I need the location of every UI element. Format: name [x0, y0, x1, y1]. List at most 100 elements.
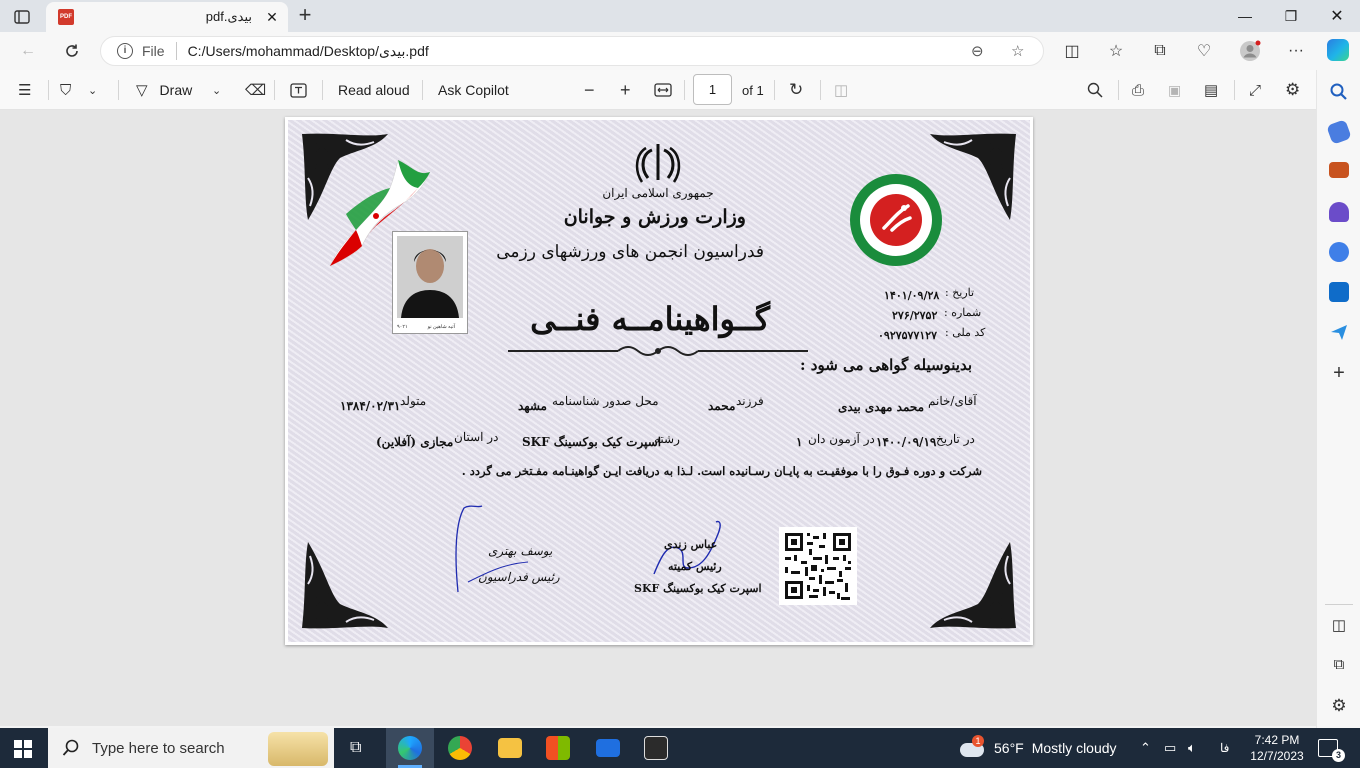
sidebar-search-icon[interactable] [1329, 82, 1349, 102]
eraser-icon[interactable]: ⌫ [245, 79, 266, 101]
browser-essentials-icon[interactable]: ♡ [1192, 39, 1216, 63]
print-icon[interactable]: ⎙ [1132, 79, 1144, 101]
collections-icon[interactable]: ⧉ [1148, 39, 1172, 63]
zoom-out-minus-icon[interactable]: − [584, 79, 595, 101]
pdf-settings-gear-icon[interactable]: ⚙ [1285, 79, 1300, 101]
input-language-indicator[interactable]: فا [1220, 728, 1229, 768]
info-icon[interactable]: i [117, 43, 133, 59]
contents-icon[interactable]: ☰ [18, 79, 31, 101]
sidebar-outlook-icon[interactable] [1329, 282, 1349, 302]
federation-text: فدراسیون انجمن های ورزشهای رزمی [496, 242, 764, 262]
ministry-text: وزارت ورزش و جوانان [563, 206, 746, 228]
microsoft-store-icon[interactable] [546, 736, 570, 760]
favorite-star-icon[interactable]: ☆ [1011, 42, 1024, 60]
sidebar-shopping-tag-icon[interactable] [1326, 119, 1352, 145]
highlight-dropdown-chevron-icon[interactable]: ⌄ [88, 79, 97, 101]
toolbar-divider [322, 80, 323, 100]
sidebar-settings-gear-icon[interactable]: ⚙ [1329, 696, 1349, 716]
name-label: آقای/خانم [928, 394, 977, 408]
taskbar: Type here to search ⧉ 1 56°F Mostly clou… [0, 728, 1360, 768]
address-bar[interactable]: i File C:/Users/mohammad/Desktop/بیدی.pd… [100, 36, 1044, 66]
windows-start-icon[interactable] [14, 740, 32, 758]
pdf-viewport[interactable]: ۹۰۲۱ آتیه شاهین نو جمهوری اسلامی ایران و… [0, 110, 1316, 726]
exam-date-label: در تاریخ [936, 432, 975, 446]
back-arrow-icon[interactable]: ← [16, 39, 40, 63]
edge-sidebar: + ◫ ⧉ ⚙ [1316, 70, 1360, 728]
text-box-icon[interactable] [290, 79, 307, 101]
republic-text: جمهوری اسلامی ایران [602, 186, 714, 200]
volume-icon[interactable]: 🔈︎ [1188, 728, 1196, 768]
father-label: فرزند [736, 394, 764, 408]
tab-title: pdf.بیدی [205, 9, 252, 24]
address-url[interactable]: C:/Users/mohammad/Desktop/بیدی.pdf [188, 43, 429, 60]
sidebar-microsoft365-icon[interactable] [1329, 242, 1349, 262]
profile-avatar[interactable] [1238, 39, 1262, 63]
save-icon[interactable]: ▣ [1168, 79, 1181, 101]
exam-value: ۱ [796, 435, 803, 449]
zoom-in-plus-icon[interactable]: + [620, 79, 631, 101]
national-code-value: ۰۹۲۷۵۷۷۱۲۷ [878, 329, 938, 342]
navigation-bar: ← i File C:/Users/mohammad/Desktop/بیدی.… [0, 32, 1360, 70]
weather-widget[interactable]: 1 56°F Mostly cloudy [960, 728, 1117, 768]
toolbar-divider [820, 80, 821, 100]
task-view-icon[interactable]: ⧉ [350, 739, 370, 757]
close-button[interactable]: ✕ [1314, 0, 1360, 32]
minimize-button[interactable]: — [1222, 0, 1268, 32]
sidebar-open-external-icon[interactable]: ⧉ [1329, 656, 1349, 676]
browser-tab[interactable]: PDF pdf.بیدی ✕ [46, 2, 288, 32]
draw-dropdown-chevron-icon[interactable]: ⌄ [212, 79, 221, 101]
ask-copilot-button[interactable]: Ask Copilot [438, 79, 509, 101]
rotate-icon[interactable]: ↻ [789, 79, 803, 101]
show-hidden-icons-chevron-icon[interactable]: ⌃ [1140, 728, 1151, 768]
date-value: ۱۴۰۱/۰۹/۲۸ [884, 289, 940, 302]
chrome-taskbar-icon[interactable] [448, 736, 472, 760]
notification-center-icon[interactable]: 3 [1318, 728, 1345, 768]
sidebar-add-icon[interactable]: + [1329, 363, 1349, 384]
province-value: مجازی (آفلاین) [376, 435, 454, 449]
settings-more-icon[interactable]: ··· [1284, 39, 1308, 63]
read-aloud-button[interactable]: Read aloud [338, 79, 410, 101]
title-divider-ornament [508, 346, 808, 356]
save-as-icon[interactable]: ▤ [1204, 79, 1218, 101]
signer2-role: رئیس فدراسیون [478, 570, 560, 584]
name-value: محمد مهدی بیدی [838, 400, 925, 414]
network-icon[interactable]: ▭ [1164, 728, 1176, 768]
page-view-icon[interactable]: ◫ [834, 79, 848, 101]
certificate: ۹۰۲۱ آتیه شاهین نو جمهوری اسلامی ایران و… [288, 120, 1030, 642]
system-clock[interactable]: 7:42 PM 12/7/2023 [1246, 728, 1308, 768]
tab-actions-icon[interactable] [10, 6, 34, 28]
find-search-icon[interactable] [1087, 79, 1103, 101]
solitaire-icon[interactable] [644, 736, 668, 760]
highlight-icon[interactable]: ⛉ [60, 79, 71, 101]
sidebar-drop-send-icon[interactable] [1329, 322, 1349, 342]
page-number-input[interactable]: 1 [693, 74, 732, 105]
new-tab-icon[interactable]: + [294, 4, 316, 27]
toolbar-divider [684, 80, 685, 100]
favorites-icon[interactable]: ☆ [1104, 39, 1128, 63]
born-label: متولد [400, 394, 427, 408]
refresh-icon[interactable] [60, 39, 84, 63]
zoom-out-icon[interactable]: ⊖ [971, 42, 984, 60]
sidebar-games-icon[interactable] [1329, 202, 1349, 222]
clock-time: 7:42 PM [1254, 733, 1300, 747]
fit-to-page-icon[interactable] [654, 79, 672, 101]
toolbar-divider [118, 80, 119, 100]
issue-place-label: محل صدور شناسنامه [552, 394, 659, 408]
toolbar-divider [48, 80, 49, 100]
file-explorer-icon[interactable] [498, 738, 522, 758]
taskbar-search-box[interactable]: Type here to search [48, 728, 334, 768]
mail-icon[interactable] [596, 739, 620, 757]
toolbar-divider [774, 80, 775, 100]
copilot-icon[interactable] [1327, 39, 1349, 61]
signer2-name: یوسف بهتری [488, 544, 553, 558]
page-total: of 1 [742, 82, 764, 98]
draw-button[interactable]: ▽ Draw [136, 79, 192, 101]
sidebar-tools-briefcase-icon[interactable] [1329, 162, 1349, 178]
edge-taskbar-icon[interactable] [398, 736, 422, 760]
tab-close-icon[interactable]: ✕ [264, 9, 280, 26]
sidebar-hide-panel-icon[interactable]: ◫ [1329, 616, 1349, 636]
restore-button[interactable]: ❐ [1268, 0, 1314, 32]
fullscreen-expand-icon[interactable]: ⤢ [1249, 79, 1261, 101]
signer1-org: اسپرت کیک بوکسینگ SKF [634, 582, 762, 595]
split-screen-icon[interactable]: ◫ [1060, 39, 1084, 63]
